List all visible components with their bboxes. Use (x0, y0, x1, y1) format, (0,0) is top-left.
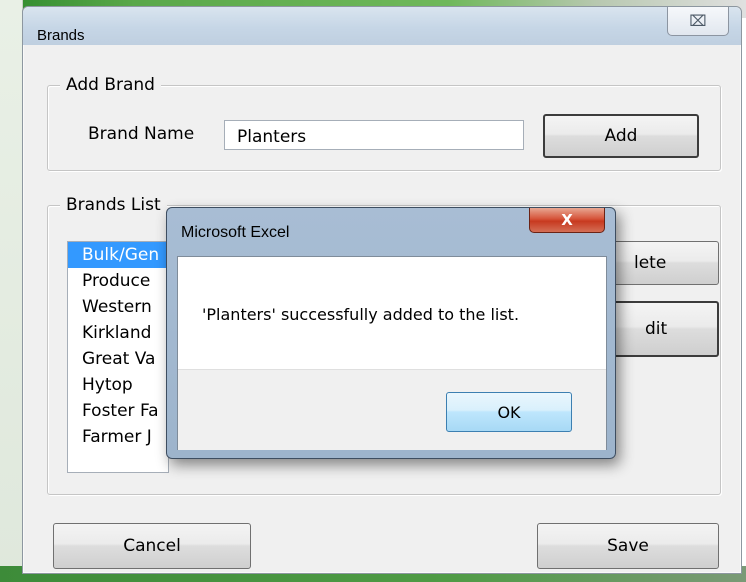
message-content: 'Planters' successfully added to the lis… (177, 256, 607, 450)
close-button[interactable]: ⌧ (667, 7, 729, 36)
brands-dialog-title: Brands (37, 27, 85, 44)
add-brand-legend: Add Brand (60, 75, 161, 95)
list-item[interactable]: Kirkland (68, 320, 168, 346)
list-item[interactable]: Produce (68, 268, 168, 294)
message-box: Microsoft Excel X 'Planters' successfull… (166, 207, 616, 459)
list-item[interactable]: Hytop (68, 372, 168, 398)
list-item[interactable]: Farmer J (68, 424, 168, 450)
message-box-title: Microsoft Excel (181, 224, 290, 241)
brand-name-input[interactable]: Planters (224, 120, 524, 150)
message-close-button[interactable]: X (529, 208, 605, 233)
save-button[interactable]: Save (537, 523, 719, 569)
brands-titlebar: Brands ⌧ (23, 7, 741, 45)
cancel-button[interactable]: Cancel (53, 523, 251, 569)
add-button[interactable]: Add (543, 114, 699, 158)
brands-listbox[interactable]: Bulk/Gen Produce Western Kirkland Great … (67, 241, 169, 473)
list-item[interactable]: Great Va (68, 346, 168, 372)
list-item[interactable]: Foster Fa (68, 398, 168, 424)
list-item[interactable]: Western (68, 294, 168, 320)
message-footer: OK (178, 369, 606, 450)
message-text: 'Planters' successfully added to the lis… (202, 305, 520, 324)
brand-name-label: Brand Name (88, 124, 195, 144)
background-sheet-edge (0, 0, 23, 582)
close-icon: X (561, 211, 573, 229)
list-item[interactable]: Bulk/Gen (68, 242, 168, 268)
ok-button[interactable]: OK (446, 392, 572, 432)
close-icon: ⌧ (689, 12, 707, 30)
brands-list-legend: Brands List (60, 195, 167, 215)
